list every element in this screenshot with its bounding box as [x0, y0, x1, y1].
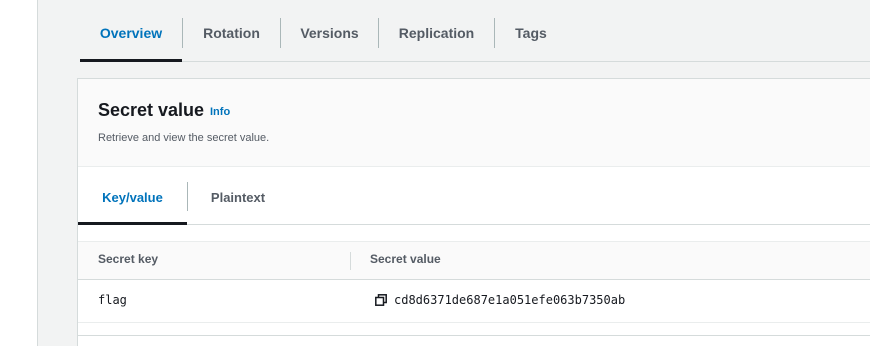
tab-rotation[interactable]: Rotation — [183, 18, 280, 48]
left-navigation-rail — [0, 0, 38, 346]
column-divider — [350, 252, 351, 270]
secret-value-panel: Secret value Info Retrieve and view the … — [77, 78, 870, 346]
table-row: flag cd8d6371de687e1a051efe063b7350ab — [78, 280, 870, 323]
tab-replication[interactable]: Replication — [379, 18, 494, 48]
active-tab-indicator — [80, 59, 182, 62]
tab-versions[interactable]: Versions — [281, 18, 378, 48]
table-header: Secret key Secret value — [78, 242, 870, 280]
secret-key-column-header: Secret key — [98, 252, 159, 266]
secret-value-column-header: Secret value — [370, 252, 441, 266]
active-tab-indicator — [78, 222, 187, 225]
panel-header: Secret value Info Retrieve and view the … — [78, 79, 870, 167]
tab-key-value[interactable]: Key/value — [78, 182, 187, 212]
secret-details-page: Overview Rotation Versions Replication T… — [0, 0, 870, 346]
secret-value-cell[interactable]: cd8d6371de687e1a051efe063b7350ab — [394, 293, 625, 307]
tab-tags[interactable]: Tags — [495, 18, 567, 48]
panel-description: Retrieve and view the secret value. — [98, 132, 270, 144]
tab-overview[interactable]: Overview — [80, 18, 182, 48]
secret-value-tabs: Key/value Plaintext — [78, 167, 870, 225]
panel-bottom-border — [78, 335, 870, 336]
info-link[interactable]: Info — [210, 106, 230, 118]
panel-title: Secret value — [98, 100, 205, 120]
secret-key-value-table: Secret key Secret value flag cd8d6371de6… — [78, 241, 870, 323]
secret-key-cell: flag — [98, 293, 127, 307]
tab-plaintext[interactable]: Plaintext — [188, 182, 288, 212]
secret-details-tabs: Overview Rotation Versions Replication T… — [80, 0, 870, 62]
copy-icon[interactable] — [375, 294, 387, 306]
